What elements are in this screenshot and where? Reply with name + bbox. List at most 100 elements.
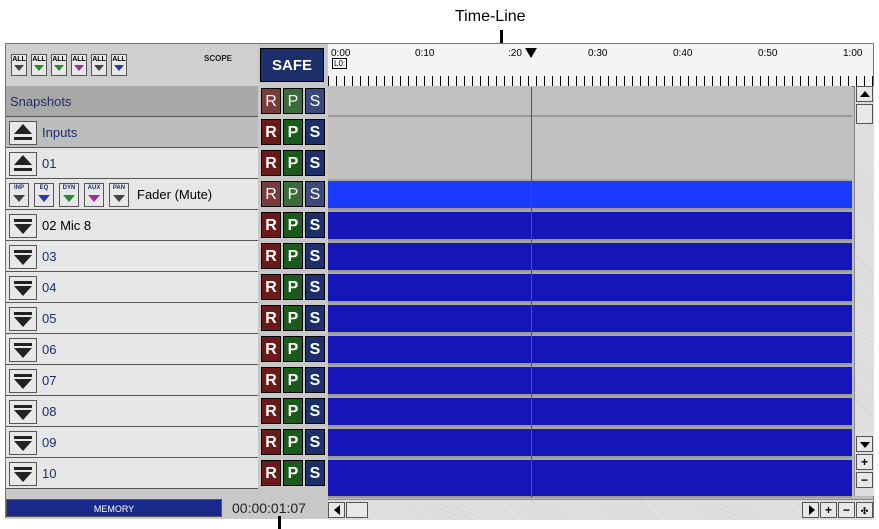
scope-all-button-6[interactable]: ALL	[111, 54, 127, 76]
read-button[interactable]: R	[261, 367, 281, 393]
track-name-cell[interactable]: Inputs	[6, 117, 258, 148]
preview-button[interactable]: P	[283, 150, 303, 176]
lane-04[interactable]	[328, 272, 852, 303]
zoom-out-horizontal-button[interactable]: −	[838, 502, 855, 518]
expand-button[interactable]	[9, 400, 37, 424]
h-scroll-thumb[interactable]	[346, 502, 368, 518]
preview-button[interactable]: P	[283, 429, 303, 455]
expand-button[interactable]	[9, 307, 37, 331]
preview-button[interactable]: P	[283, 460, 303, 486]
read-button[interactable]: R	[261, 119, 281, 145]
expand-button[interactable]	[9, 431, 37, 455]
playhead-marker-icon[interactable]	[525, 48, 537, 58]
safe-s-button[interactable]: S	[305, 336, 325, 362]
read-button[interactable]: R	[261, 305, 281, 331]
track-name-cell[interactable]: 05	[6, 303, 258, 334]
safe-s-button[interactable]: S	[305, 367, 325, 393]
read-button[interactable]: R	[261, 460, 281, 486]
read-button[interactable]: R	[261, 398, 281, 424]
lane-05[interactable]	[328, 303, 852, 334]
safe-button[interactable]: SAFE	[260, 48, 324, 82]
preview-button[interactable]: P	[283, 212, 303, 238]
safe-s-button[interactable]: S	[305, 88, 325, 114]
zoom-out-vertical-button[interactable]: −	[856, 472, 873, 488]
memory-bar[interactable]: MEMORY	[6, 499, 222, 517]
read-button[interactable]: R	[261, 429, 281, 455]
vertical-scrollbar[interactable]: + −	[854, 86, 874, 496]
read-button[interactable]: R	[261, 150, 281, 176]
lane-09[interactable]	[328, 427, 852, 458]
scope-all-button-4[interactable]: ALL	[71, 54, 87, 76]
lane-07[interactable]	[328, 365, 852, 396]
zoom-in-vertical-button[interactable]: +	[856, 454, 873, 470]
preview-button[interactable]: P	[283, 274, 303, 300]
safe-s-button[interactable]: S	[305, 243, 325, 269]
preview-button[interactable]: P	[283, 398, 303, 424]
dyn-button[interactable]: DYN	[59, 183, 79, 207]
safe-s-button[interactable]: S	[305, 119, 325, 145]
read-button[interactable]: R	[261, 88, 281, 114]
track-name-cell[interactable]: 07	[6, 365, 258, 396]
expand-button[interactable]	[9, 276, 37, 300]
track-name-cell[interactable]: 06	[6, 334, 258, 365]
read-button[interactable]: R	[261, 336, 281, 362]
track-name-cell[interactable]: Snapshots	[6, 86, 258, 117]
track-name-cell[interactable]: 09	[6, 427, 258, 458]
expand-button[interactable]	[9, 369, 37, 393]
safe-s-button[interactable]: S	[305, 460, 325, 486]
track-name-cell[interactable]: 10	[6, 458, 258, 489]
lane-03[interactable]	[328, 241, 852, 272]
lane-02[interactable]	[328, 210, 852, 241]
safe-s-button[interactable]: S	[305, 274, 325, 300]
read-button[interactable]: R	[261, 243, 281, 269]
track-name-cell[interactable]: 02 Mic 8	[6, 210, 258, 241]
preview-button[interactable]: P	[283, 336, 303, 362]
expand-button[interactable]	[9, 462, 37, 486]
scope-all-button-3[interactable]: ALL	[51, 54, 67, 76]
inp-button[interactable]: INP	[9, 183, 29, 207]
scope-all-button-2[interactable]: ALL	[31, 54, 47, 76]
track-name-cell[interactable]: 01	[6, 148, 258, 179]
safe-s-button[interactable]: S	[305, 212, 325, 238]
lane-snapshots[interactable]	[328, 86, 852, 117]
lane-inputs[interactable]	[328, 117, 852, 179]
collapse-button[interactable]	[9, 121, 37, 145]
aux-button[interactable]: AUX	[84, 183, 104, 207]
read-button[interactable]: R	[261, 274, 281, 300]
expand-button[interactable]	[9, 214, 37, 238]
scroll-right-button[interactable]	[802, 502, 819, 518]
scroll-thumb[interactable]	[856, 104, 873, 124]
lane-06[interactable]	[328, 334, 852, 365]
preview-button[interactable]: P	[283, 88, 303, 114]
track-name-cell[interactable]: 04	[6, 272, 258, 303]
expand-button[interactable]	[9, 245, 37, 269]
lane-fader-mute[interactable]	[328, 179, 852, 210]
safe-s-button[interactable]: S	[305, 398, 325, 424]
track-name-cell[interactable]: 08	[6, 396, 258, 427]
zoom-fit-button[interactable]: ✣	[856, 502, 873, 518]
scroll-down-button[interactable]	[856, 436, 873, 452]
preview-button[interactable]: P	[283, 181, 303, 207]
preview-button[interactable]: P	[283, 305, 303, 331]
scroll-up-button[interactable]	[856, 86, 873, 102]
lane-10[interactable]	[328, 458, 852, 498]
collapse-button[interactable]	[9, 152, 37, 176]
safe-s-button[interactable]: S	[305, 429, 325, 455]
lane-08[interactable]	[328, 396, 852, 427]
scope-all-button-1[interactable]: ALL	[11, 54, 27, 76]
preview-button[interactable]: P	[283, 119, 303, 145]
scope-all-button-5[interactable]: ALL	[91, 54, 107, 76]
safe-s-button[interactable]: S	[305, 305, 325, 331]
safe-s-button[interactable]: S	[305, 181, 325, 207]
pan-button[interactable]: PAN	[109, 183, 129, 207]
safe-s-button[interactable]: S	[305, 150, 325, 176]
time-ruler[interactable]: 0:00 0:10 :20 0:30 0:40 0:50 1:00 L0:	[328, 44, 873, 87]
preview-button[interactable]: P	[283, 367, 303, 393]
zoom-in-horizontal-button[interactable]: +	[820, 502, 837, 518]
read-button[interactable]: R	[261, 181, 281, 207]
track-name-cell[interactable]: 03	[6, 241, 258, 272]
horizontal-scrollbar[interactable]: + − ✣	[328, 499, 873, 520]
scroll-left-button[interactable]	[328, 502, 345, 518]
eq-button[interactable]: EQ	[34, 183, 54, 207]
expand-button[interactable]	[9, 338, 37, 362]
